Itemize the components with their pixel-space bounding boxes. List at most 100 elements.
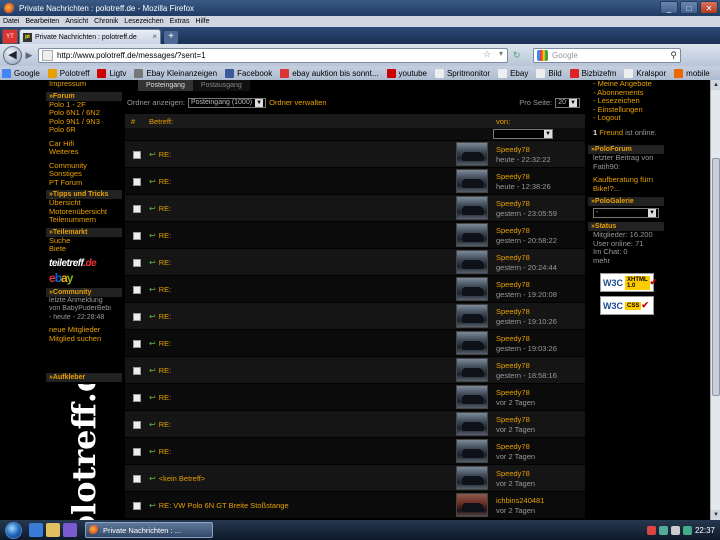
- message-checkbox[interactable]: [133, 205, 141, 213]
- tab-active[interactable]: pt Private Nachrichten : polotreff.de ×: [19, 29, 161, 44]
- message-sender[interactable]: Speedy78: [496, 145, 530, 154]
- start-button[interactable]: [0, 520, 26, 540]
- search-members-link[interactable]: Mitglied suchen: [46, 334, 122, 344]
- menu-hilfe[interactable]: Hilfe: [195, 18, 209, 25]
- bookmark-item[interactable]: mobile: [674, 68, 710, 78]
- message-subject-link[interactable]: ↩ RE: VW Polo 6N GT Breite Stoßstange: [149, 501, 289, 510]
- new-tab-button[interactable]: +: [164, 31, 178, 44]
- bookmark-item[interactable]: ebay auktion bis sonnt...: [280, 68, 379, 78]
- sticker-banner[interactable]: polotreff.de: [46, 384, 122, 520]
- per-page-select[interactable]: 20 ▼: [555, 97, 580, 108]
- url-bar[interactable]: http://www.polotreff.de/messages/?sent=1…: [38, 47, 508, 63]
- column-subject[interactable]: Betreff:: [149, 117, 173, 126]
- message-checkbox[interactable]: [133, 394, 141, 402]
- clock[interactable]: 22:37: [695, 526, 715, 535]
- message-sender[interactable]: Speedy78: [496, 442, 530, 451]
- message-sender[interactable]: Speedy78: [496, 307, 530, 316]
- impressum-link[interactable]: Impressum: [46, 80, 122, 89]
- message-checkbox[interactable]: [133, 178, 141, 186]
- message-sender[interactable]: Speedy78: [496, 253, 530, 262]
- logout-link[interactable]: - Logout: [588, 113, 664, 123]
- message-sender[interactable]: Speedy78: [496, 469, 530, 478]
- message-checkbox[interactable]: [133, 286, 141, 294]
- bookmark-item[interactable]: Ligtv: [97, 68, 126, 78]
- sender-avatar[interactable]: [456, 304, 488, 328]
- media-player-icon[interactable]: [63, 523, 77, 537]
- ebay-logo[interactable]: ebay: [49, 271, 122, 285]
- message-subject-link[interactable]: ↩ RE:: [149, 177, 171, 186]
- tray-network-icon[interactable]: [658, 525, 668, 535]
- sender-avatar[interactable]: [456, 466, 488, 490]
- menu-ansicht[interactable]: Ansicht: [65, 18, 88, 25]
- message-sender[interactable]: Speedy78: [496, 388, 530, 397]
- url-dropdown-icon[interactable]: ▾: [499, 49, 503, 58]
- message-sender[interactable]: ichbins240481: [496, 496, 544, 505]
- sender-avatar[interactable]: [456, 196, 488, 220]
- sender-avatar[interactable]: [456, 412, 488, 436]
- message-sender[interactable]: Speedy78: [496, 199, 530, 208]
- message-checkbox[interactable]: [133, 313, 141, 321]
- bookmark-item[interactable]: Kralspor: [624, 68, 666, 78]
- menu-lesezeichen[interactable]: Lesezeichen: [124, 18, 163, 25]
- manage-folders-link[interactable]: Ordner verwalten: [269, 98, 327, 107]
- page-scrollbar[interactable]: ▲ ▼: [710, 80, 720, 520]
- message-checkbox[interactable]: [133, 232, 141, 240]
- tray-security-icon[interactable]: [682, 525, 692, 535]
- message-sender[interactable]: Speedy78: [496, 280, 530, 289]
- sender-filter-select[interactable]: ▼: [493, 129, 553, 139]
- message-sender[interactable]: Speedy78: [496, 226, 530, 235]
- tab-close-icon[interactable]: ×: [152, 32, 157, 41]
- message-sender[interactable]: Speedy78: [496, 172, 530, 181]
- sender-avatar[interactable]: [456, 439, 488, 463]
- message-sender[interactable]: Speedy78: [496, 334, 530, 343]
- search-icon[interactable]: ⚲: [670, 50, 677, 61]
- bookmark-star-icon[interactable]: ☆: [483, 49, 491, 60]
- reload-icon[interactable]: ↻: [513, 50, 525, 61]
- menu-chronik[interactable]: Chronik: [94, 18, 118, 25]
- tab-postausgang[interactable]: Postausgang: [192, 80, 250, 91]
- message-subject-link[interactable]: ↩ RE:: [149, 150, 171, 159]
- message-checkbox[interactable]: [133, 259, 141, 267]
- close-button[interactable]: ✕: [700, 1, 718, 14]
- forward-button[interactable]: ▶: [23, 49, 35, 61]
- scroll-up-icon[interactable]: ▲: [711, 80, 720, 90]
- menu-bearbeiten[interactable]: Bearbeiten: [25, 18, 59, 25]
- scroll-down-icon[interactable]: ▼: [711, 510, 720, 520]
- message-sender[interactable]: Speedy78: [496, 361, 530, 370]
- menu-datei[interactable]: Datei: [3, 18, 19, 25]
- tray-app-icon[interactable]: [646, 525, 656, 535]
- search-bar[interactable]: Google ⚲: [533, 47, 681, 63]
- message-checkbox[interactable]: [133, 340, 141, 348]
- bookmark-item[interactable]: Bild: [536, 68, 562, 78]
- message-subject-link[interactable]: ↩ RE:: [149, 393, 171, 402]
- bookmark-item[interactable]: Polotreff: [47, 68, 89, 78]
- status-more-link[interactable]: mehr: [588, 256, 664, 266]
- sender-avatar[interactable]: [456, 358, 488, 382]
- sender-avatar[interactable]: [456, 277, 488, 301]
- forum-link-weiteres[interactable]: Weiteres: [46, 147, 122, 157]
- minimize-button[interactable]: _: [660, 1, 678, 14]
- bookmark-item[interactable]: Bizbizefm: [569, 68, 616, 78]
- tab-pinned-youtube[interactable]: YT: [2, 29, 18, 44]
- message-subject-link[interactable]: ↩ RE:: [149, 339, 171, 348]
- message-checkbox[interactable]: [133, 367, 141, 375]
- explorer-folder-icon[interactable]: [46, 523, 60, 537]
- friends-link[interactable]: Freund: [599, 128, 623, 137]
- tab-posteingang[interactable]: Posteingang: [138, 80, 193, 91]
- forum-link-pt-forum[interactable]: PT Forum: [46, 178, 122, 188]
- message-checkbox[interactable]: [133, 502, 141, 510]
- bookmark-item[interactable]: youtube: [386, 68, 427, 78]
- bookmark-item[interactable]: Google: [2, 68, 40, 78]
- poloforum-post-link-line2[interactable]: Bike!?...: [588, 184, 664, 194]
- sender-avatar[interactable]: [456, 493, 488, 517]
- bookmark-item[interactable]: Ebay: [498, 68, 528, 78]
- bookmark-item[interactable]: Spritmonitor: [434, 68, 490, 78]
- tipps-link-teilenummern[interactable]: Teilenummern: [46, 215, 122, 225]
- scrollbar-thumb[interactable]: [712, 158, 720, 396]
- teiletreff-logo[interactable]: teiletreff.de: [49, 258, 122, 269]
- site-identity-icon[interactable]: [42, 49, 53, 61]
- message-subject-link[interactable]: ↩ RE:: [149, 420, 171, 429]
- sender-avatar[interactable]: [456, 385, 488, 409]
- message-checkbox[interactable]: [133, 448, 141, 456]
- menu-extras[interactable]: Extras: [170, 18, 190, 25]
